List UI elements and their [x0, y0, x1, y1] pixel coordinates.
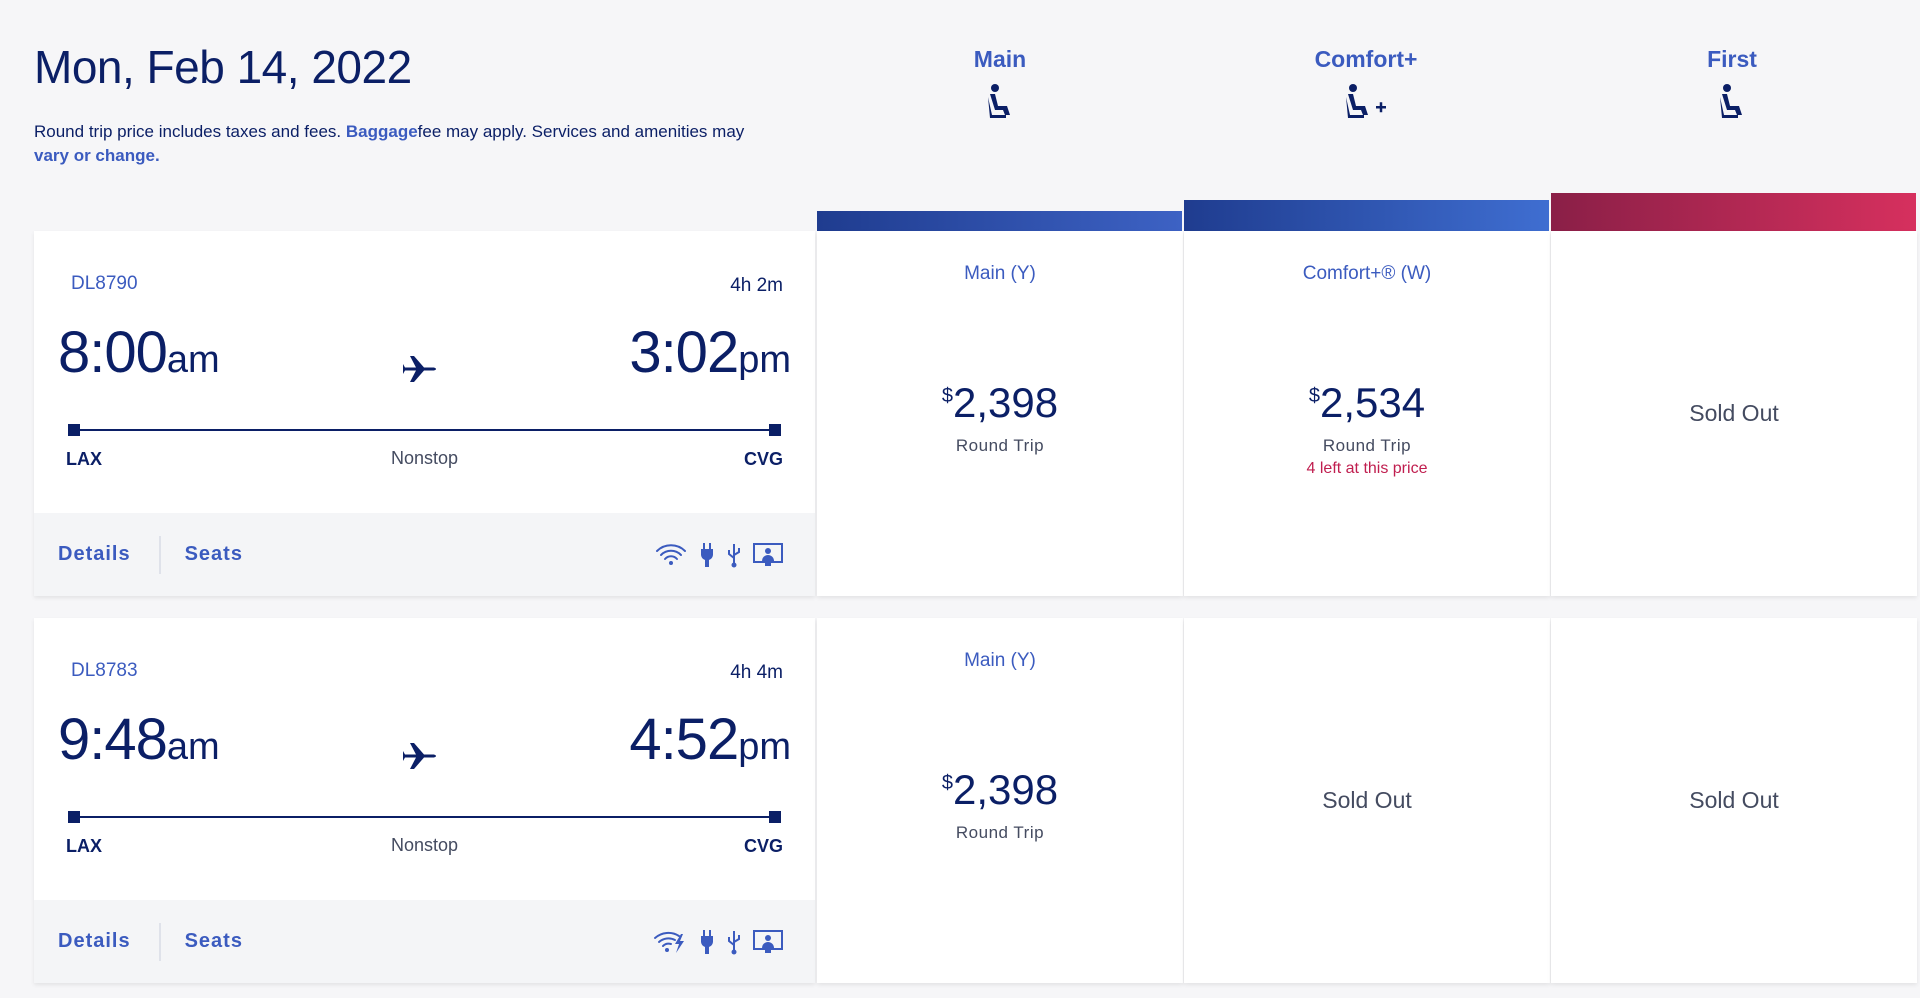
seats-button[interactable]: Seats	[185, 543, 243, 566]
destination-marker	[769, 424, 781, 436]
origin-marker	[68, 424, 80, 436]
arr-ampm: pm	[738, 726, 791, 768]
fare-price: $2,398	[817, 766, 1183, 814]
flight-row: DL8790 4h 2m 8:00am 3:02pm LAX Nonstop C…	[34, 231, 1917, 596]
fare-trip-type: Round Trip	[955, 436, 1045, 455]
fare-price: $2,534	[1184, 379, 1550, 427]
fare-comfort: Sold Out	[1184, 618, 1550, 983]
power-icon	[699, 542, 715, 568]
first-cabin-bar	[1551, 193, 1916, 231]
fare-trip-type: Round Trip	[955, 823, 1045, 842]
cabin-name: First	[1707, 46, 1757, 72]
fare-price: $2,398	[817, 379, 1183, 427]
dep-hm: 8:00	[58, 320, 168, 385]
baggage-link[interactable]: Baggage	[346, 122, 418, 141]
departure-time: 8:00am	[58, 319, 220, 386]
note-text: Round trip price includes taxes and fees…	[34, 122, 342, 141]
seat-plus-icon	[1183, 83, 1549, 121]
fare-class: Main (Y)	[964, 263, 1036, 284]
fast-wifi-icon	[653, 930, 687, 954]
dep-hm: 9:48	[58, 707, 168, 772]
departure-time: 9:48am	[58, 706, 220, 773]
sold-out-label: Sold Out	[1689, 400, 1779, 426]
price-note: Round trip price includes taxes and fees…	[34, 120, 814, 168]
cabin-header-first: First	[1549, 46, 1915, 121]
currency: $	[941, 385, 953, 407]
plane-icon	[402, 742, 437, 775]
seat-icon	[817, 83, 1183, 121]
fare-first: Sold Out	[1551, 231, 1917, 596]
details-button[interactable]: Details	[58, 543, 131, 566]
seats-left-warning: 4 left at this price	[1306, 460, 1428, 477]
stops-label: Nonstop	[390, 448, 459, 468]
fare-first: Sold Out	[1551, 618, 1917, 983]
cabin-header-comfort: Comfort+	[1183, 46, 1549, 121]
currency: $	[1308, 385, 1320, 407]
sold-out-label: Sold Out	[1322, 787, 1412, 813]
price-value: 2,534	[1320, 379, 1426, 426]
arr-hm: 4:52	[629, 707, 739, 772]
date-header: Mon, Feb 14, 2022 Round trip price inclu…	[34, 40, 814, 168]
price-value: 2,398	[953, 766, 1059, 813]
seats-button[interactable]: Seats	[185, 930, 243, 953]
flight-card: DL8790 4h 2m 8:00am 3:02pm LAX Nonstop C…	[34, 231, 815, 596]
flight-duration: 4h 4m	[730, 662, 783, 683]
note-text-2: fee may apply. Services and amenities ma…	[417, 122, 745, 141]
entertainment-icon	[753, 542, 783, 567]
destination-code: CVG	[743, 449, 783, 469]
flight-card: DL8783 4h 4m 9:48am 4:52pm LAX Nonstop C…	[34, 618, 815, 983]
fare-main[interactable]: Main (Y) $2,398 Round Trip	[817, 618, 1183, 983]
fare-class: Main (Y)	[964, 650, 1036, 671]
card-footer: Details Seats	[34, 513, 815, 596]
usb-icon	[727, 542, 741, 568]
vary-or-change-link[interactable]: vary or change.	[34, 146, 160, 165]
price-value: 2,398	[953, 379, 1059, 426]
flight-duration: 4h 2m	[730, 275, 783, 296]
fare-class: Comfort+® (W)	[1302, 263, 1432, 284]
cabin-header-main: Main	[817, 46, 1183, 121]
divider	[158, 535, 161, 574]
origin-marker	[68, 811, 80, 823]
amenities	[655, 542, 783, 568]
divider	[158, 922, 161, 961]
usb-icon	[727, 929, 741, 955]
arrival-time: 4:52pm	[629, 706, 791, 773]
page-title: Mon, Feb 14, 2022	[34, 41, 412, 93]
cabin-name: Comfort+	[1314, 46, 1418, 72]
destination-code: CVG	[743, 836, 783, 856]
main-cabin-bar	[817, 211, 1182, 231]
route-line	[68, 816, 781, 818]
arr-ampm: pm	[738, 339, 791, 381]
wifi-icon	[655, 543, 687, 567]
comfort-cabin-bar	[1184, 200, 1549, 231]
seat-icon	[1549, 83, 1915, 121]
details-button[interactable]: Details	[58, 930, 131, 953]
card-footer: Details Seats	[34, 900, 815, 983]
fare-main[interactable]: Main (Y) $2,398 Round Trip	[817, 231, 1183, 596]
sold-out-label: Sold Out	[1689, 787, 1779, 813]
fare-comfort[interactable]: Comfort+® (W) $2,534 Round Trip 4 left a…	[1184, 231, 1550, 596]
arr-hm: 3:02	[629, 320, 739, 385]
power-icon	[699, 929, 715, 955]
flight-number[interactable]: DL8790	[71, 273, 138, 295]
flight-row: DL8783 4h 4m 9:48am 4:52pm LAX Nonstop C…	[34, 618, 1917, 983]
dep-ampm: am	[166, 726, 220, 768]
destination-marker	[769, 811, 781, 823]
flight-number[interactable]: DL8783	[71, 660, 138, 682]
fare-trip-type: Round Trip	[1322, 436, 1412, 455]
dep-ampm: am	[166, 339, 220, 381]
cabin-name: Main	[973, 46, 1027, 72]
entertainment-icon	[753, 929, 783, 954]
amenities	[653, 929, 783, 955]
arrival-time: 3:02pm	[629, 319, 791, 386]
plane-icon	[402, 355, 437, 388]
route-line	[68, 429, 781, 431]
currency: $	[941, 772, 953, 794]
stops-label: Nonstop	[390, 835, 459, 855]
